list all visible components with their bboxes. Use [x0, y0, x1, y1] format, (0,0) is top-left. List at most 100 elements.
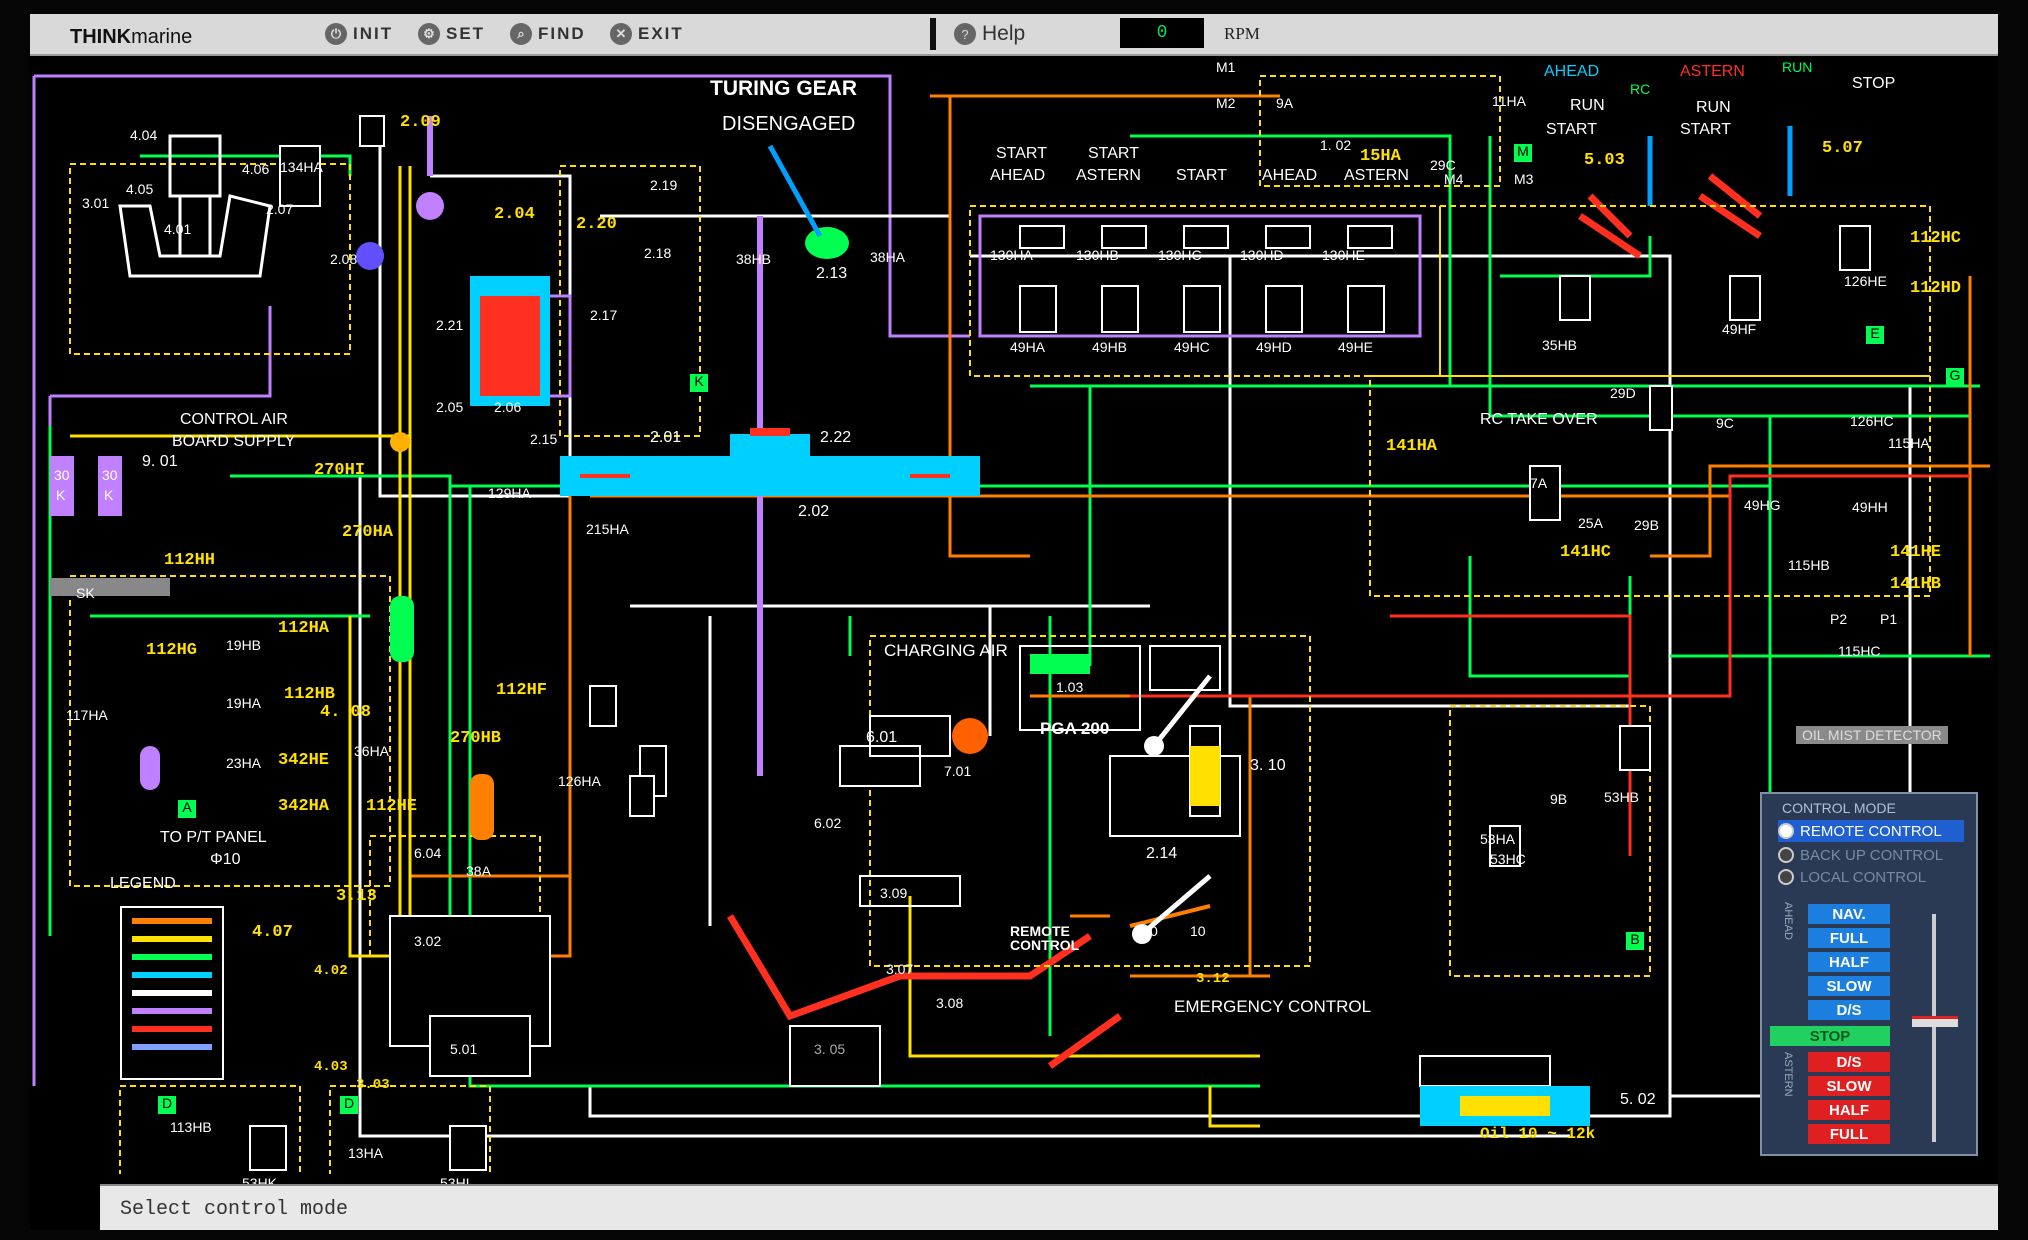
pga-200-label: PGA 200 — [1040, 719, 1110, 738]
label-9b: 9B — [1550, 791, 1568, 807]
telegraph-ahead-full[interactable]: FULL — [1808, 928, 1890, 948]
label-2-21: 2.21 — [436, 317, 464, 333]
label-35hb: 35HB — [1542, 337, 1578, 353]
backup-control-option[interactable]: BACK UP CONTROL — [1778, 844, 1964, 866]
label-9a: 9A — [1276, 95, 1294, 111]
label-49hf: 49HF — [1722, 321, 1757, 337]
app-logo: THINKmarine — [50, 18, 270, 52]
label-brake-10: 10 — [1190, 923, 1206, 939]
label-3-03: 3.03 — [356, 1077, 390, 1093]
label-2-07: 2.07 — [266, 201, 294, 217]
label-4-08: 4. 08 — [320, 703, 372, 722]
astern-side-label: ASTERN — [1778, 1052, 1794, 1104]
label-6-01: 6.01 — [866, 729, 898, 746]
label-49hb: 49HB — [1092, 339, 1128, 355]
exit-button[interactable]: ✕ EXIT — [610, 20, 684, 48]
run-ahead-label: RUN — [1570, 97, 1605, 114]
status-message: Select control mode — [120, 1198, 349, 1221]
remote-control-label: REMOTE CONTROL — [1800, 822, 1942, 840]
label-2-20: 2.20 — [576, 215, 617, 234]
telegraph-astern-half[interactable]: HALF — [1808, 1100, 1890, 1120]
label-49hg: 49HG — [1744, 497, 1781, 513]
set-button[interactable]: ⚙ SET — [418, 20, 485, 48]
label-2-19: 2.19 — [650, 177, 678, 193]
telegraph-astern-full[interactable]: FULL — [1808, 1124, 1890, 1144]
label-m3: M3 — [1514, 171, 1534, 187]
label-2-13: 2.13 — [816, 265, 848, 282]
set-label: SET — [446, 24, 486, 43]
telegraph-ahead-ds[interactable]: D/S — [1808, 1000, 1890, 1020]
status-bar: Select control mode — [100, 1184, 1998, 1230]
label-2-01: 2.01 — [650, 429, 682, 446]
telegraph-astern-slow[interactable]: SLOW — [1808, 1076, 1890, 1096]
box-tag-d-left: D — [158, 1096, 176, 1114]
telegraph-nav[interactable]: NAV. — [1808, 904, 1890, 924]
label-53hc: 53HC — [1490, 851, 1526, 867]
rpm-label: RPM — [1224, 24, 1260, 43]
label-25a: 25A — [1578, 515, 1603, 531]
telegraph-astern-ds[interactable]: D/S — [1808, 1052, 1890, 1072]
telegraph-stop[interactable]: STOP — [1770, 1026, 1890, 1046]
diagram-lines — [32, 74, 1990, 1174]
label-4-06: 4.06 — [242, 161, 270, 177]
help-button[interactable]: ? Help — [954, 20, 1025, 48]
label-112hf: 112HF — [496, 681, 548, 700]
hdr-start-ahead-2: AHEAD — [990, 167, 1046, 184]
label-270ha: 270HA — [342, 523, 394, 542]
box-tag-d-right: D — [340, 1096, 358, 1114]
label-5-01: 5.01 — [450, 1041, 478, 1057]
label-4-02: 4.02 — [314, 963, 348, 979]
label-m1: M1 — [1216, 59, 1236, 75]
label-112hc: 112HC — [1910, 229, 1962, 248]
label-11ha: 11HA — [1492, 93, 1526, 109]
label-49hd: 49HD — [1256, 339, 1292, 355]
init-label: INIT — [353, 24, 394, 43]
init-button[interactable]: ⏻ INIT — [325, 20, 393, 48]
control-mode-title: CONTROL MODE — [1782, 800, 1896, 816]
label-7-01: 7.01 — [944, 763, 972, 779]
label-2-08: 2.08 — [330, 251, 358, 267]
legend-swatch — [132, 1026, 212, 1032]
label-4-01: 4.01 — [164, 221, 192, 237]
telegraph-ahead-half[interactable]: HALF — [1808, 952, 1890, 972]
telegraph-lever[interactable] — [1912, 914, 1958, 1142]
label-141ha: 141HA — [1386, 437, 1438, 456]
start-astern-label: START — [1680, 121, 1731, 138]
label-2-18: 2.18 — [644, 245, 672, 261]
label-112hg: 112HG — [146, 641, 198, 660]
label-270hb: 270HB — [450, 729, 502, 748]
start-ahead-label: START — [1546, 121, 1597, 138]
label-130hd: 130HD — [1240, 247, 1284, 263]
toolbar: THINKmarine ⏻ INIT ⚙ SET ⌕ FIND ✕ EXIT ? Help… — [30, 14, 1998, 56]
box-tag-m: M — [1514, 144, 1532, 162]
to-pit-panel-label: TO P/T PANEL — [160, 829, 267, 846]
label-49hh: 49HH — [1852, 499, 1888, 515]
find-button[interactable]: ⌕ FIND — [510, 20, 586, 48]
label-4-03: 4.03 — [314, 1059, 348, 1075]
label-130hb: 130HB — [1076, 247, 1119, 263]
lever-handle[interactable] — [1912, 1016, 1958, 1027]
label-23ha: 23HA — [226, 755, 262, 771]
lever-track — [1932, 914, 1936, 1142]
label-215ha: 215HA — [586, 521, 629, 537]
label-4-04: 4.04 — [130, 127, 158, 143]
oil-mist-detector: OIL MIST DETECTOR — [1796, 726, 1948, 744]
telegraph-ahead-slow[interactable]: SLOW — [1808, 976, 1890, 996]
label-7a: 7A — [1530, 475, 1548, 491]
radio-selected-icon — [1778, 823, 1794, 839]
monitor-bezel: THINKmarine ⏻ INIT ⚙ SET ⌕ FIND ✕ EXIT ? Help… — [0, 0, 2028, 1240]
label-2-15: 2.15 — [530, 431, 558, 447]
label-9-01: 9. 01 — [142, 453, 178, 470]
close-icon: ✕ — [610, 23, 632, 45]
find-label: FIND — [538, 24, 586, 43]
label-p2: P2 — [1830, 611, 1848, 627]
legend-panel — [120, 906, 224, 1080]
hdr-start-ahead-1: START — [996, 145, 1047, 162]
label-53hb: 53HB — [1604, 789, 1640, 805]
label-3-08: 3.08 — [936, 995, 964, 1011]
local-control-option[interactable]: LOCAL CONTROL — [1778, 866, 1964, 888]
remote-control-option[interactable]: REMOTE CONTROL — [1778, 820, 1964, 842]
stop-header: STOP — [1852, 75, 1896, 92]
rc-header: RC — [1630, 81, 1651, 97]
label-m4: M4 — [1444, 171, 1464, 187]
